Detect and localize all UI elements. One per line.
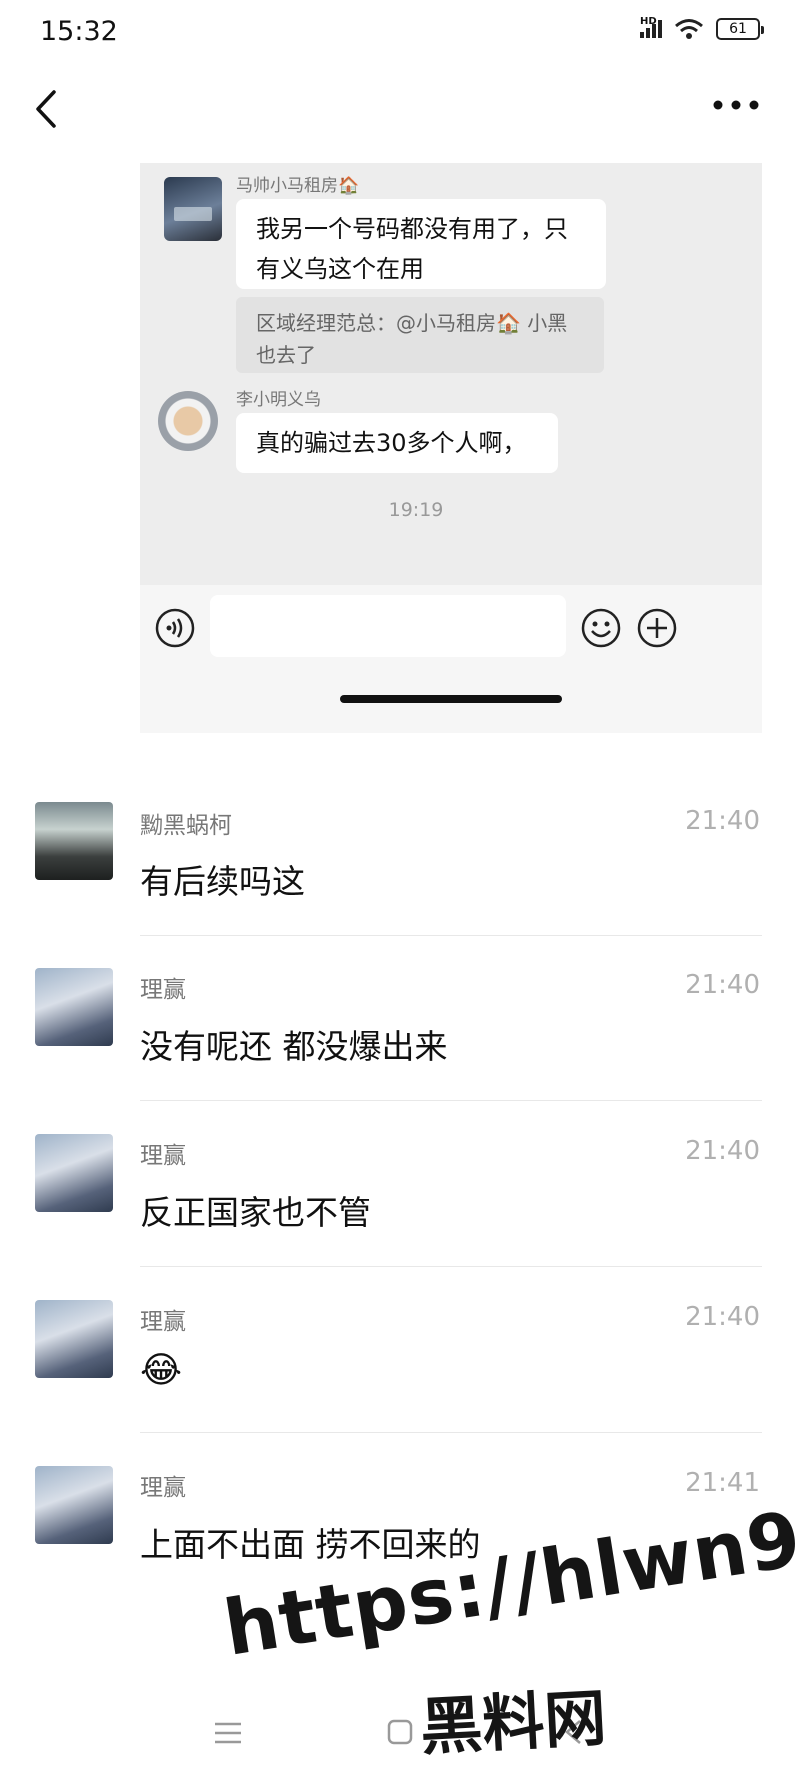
home-indicator (340, 695, 562, 703)
battery-icon: 61 (716, 18, 764, 40)
laughing-emoji: 😂 (140, 1350, 183, 1391)
comment-author[interactable]: 理赢 (140, 1302, 186, 1336)
avatar (164, 177, 222, 241)
menu-nav-button[interactable] (213, 1720, 243, 1746)
sender-name: 马帅小马租房🏠 (236, 176, 360, 196)
comment-text: 有后续吗这 (140, 862, 305, 901)
message-bubble: 真的骗过去30多个人啊， (236, 413, 558, 473)
divider (140, 935, 762, 936)
comment-text: 反正国家也不管 (140, 1193, 371, 1232)
comment-time: 21:41 (685, 1468, 760, 1498)
battery-level: 61 (729, 21, 747, 37)
comment-author[interactable]: 理赢 (140, 1468, 186, 1502)
wifi-icon (675, 19, 703, 39)
embedded-chat-screenshot: 马帅小马租房🏠 我另一个号码都没有用了，只 有义乌这个在用 区域经理范总：@小马… (140, 163, 762, 733)
emoji-icon[interactable] (580, 607, 622, 649)
house-icon: 🏠 (338, 176, 360, 196)
network-label: HD (640, 16, 657, 27)
avatar[interactable] (35, 1466, 113, 1544)
comment-author[interactable]: 理赢 (140, 970, 186, 1004)
avatar[interactable] (35, 1134, 113, 1212)
signal-icon: HD (640, 16, 662, 38)
comment-time: 21:40 (685, 1136, 760, 1166)
avatar[interactable] (35, 802, 113, 880)
comment-time: 21:40 (685, 1302, 760, 1332)
quoted-reply: 区域经理范总：@小马租房🏠 小黑 也去了 (236, 297, 604, 373)
chat-input-bar (140, 585, 762, 733)
comment-time: 21:40 (685, 970, 760, 1000)
avatar[interactable] (35, 1300, 113, 1378)
avatar (158, 391, 218, 451)
more-options-button[interactable] (712, 95, 760, 115)
add-icon[interactable] (636, 607, 678, 649)
avatar[interactable] (35, 968, 113, 1046)
home-nav-button[interactable] (386, 1718, 414, 1746)
comment-text: 没有呢还 都没爆出来 (140, 1027, 448, 1066)
back-button[interactable] (30, 88, 60, 130)
message-input[interactable] (210, 595, 566, 657)
comment-author[interactable]: 黝黑蜗柯 (140, 806, 232, 840)
divider (140, 1266, 762, 1267)
comment-time: 21:40 (685, 806, 760, 836)
divider (140, 1432, 762, 1433)
watermark-label: 黑料网 (418, 1681, 609, 1764)
status-time: 15:32 (40, 16, 118, 47)
voice-icon[interactable] (154, 607, 196, 649)
sender-name: 李小明义乌 (236, 390, 321, 410)
message-time: 19:19 (388, 499, 444, 521)
status-icons: HD 61 (640, 16, 764, 40)
message-bubble: 我另一个号码都没有用了，只 有义乌这个在用 (236, 199, 606, 289)
comment-author[interactable]: 理赢 (140, 1136, 186, 1170)
divider (140, 1100, 762, 1101)
